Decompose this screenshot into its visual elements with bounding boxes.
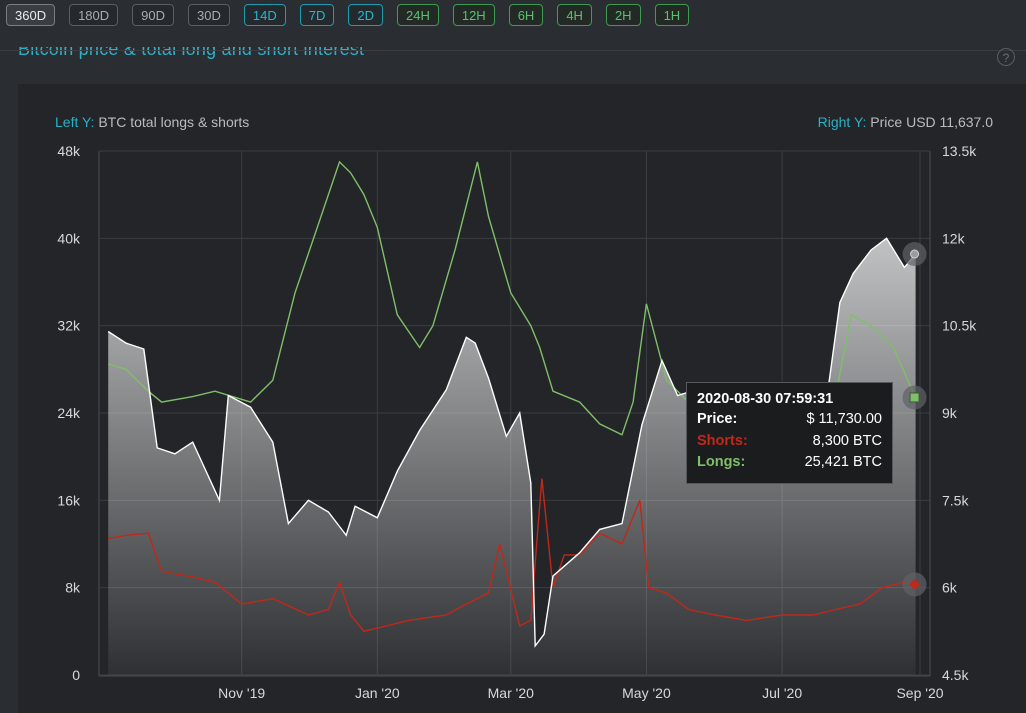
chart-tooltip: 2020-08-30 07:59:31 Price: $ 11,730.00 S… (686, 382, 893, 484)
right-tick-label: 10.5k (942, 318, 977, 334)
chart-svg: 0 8k 16k 24k 32k 40k 48k 4.5k 6k 7.5k 9k 10.5k 12k 13… (57, 143, 977, 701)
tooltip-date: 2020-08-30 07:59:31 (697, 391, 834, 407)
tooltip-longs-value: 25,421 BTC (804, 454, 882, 470)
tooltip-longs-label: Longs: (697, 454, 746, 470)
tooltip-shorts-label: Shorts: (697, 432, 748, 449)
right-tick-label: 7.5k (942, 492, 969, 508)
x-tick-label: Jul '20 (762, 685, 802, 701)
left-tick-label: 16k (57, 492, 81, 508)
tooltip-longs-row: Longs: 25,421 BTC (697, 454, 882, 476)
x-tick-label: Sep '20 (896, 685, 943, 701)
left-tick-label: 48k (57, 143, 81, 159)
left-tick-label: 24k (57, 405, 81, 421)
price-marker (910, 249, 920, 259)
x-tick-label: Mar '20 (488, 685, 534, 701)
x-tick-label: Jan '20 (355, 685, 400, 701)
tooltip-price-label: Price: (697, 411, 738, 427)
right-tick-label: 9k (942, 405, 958, 421)
right-tick-label: 4.5k (942, 667, 969, 683)
tooltip-price-row: Price: $ 11,730.00 (697, 411, 882, 433)
tooltip-shorts-row: Shorts: 8,300 BTC (697, 433, 882, 455)
left-tick-label: 32k (57, 318, 81, 334)
tooltip-price-value: $ 11,730.00 (806, 411, 882, 427)
longs-marker (909, 392, 920, 403)
left-tick-label: 40k (57, 230, 81, 246)
x-tick-label: May '20 (622, 685, 671, 701)
tooltip-shorts-value: 8,300 BTC (812, 432, 882, 449)
left-tick-label: 0 (72, 667, 80, 683)
right-tick-label: 12k (942, 230, 966, 246)
left-tick-label: 8k (65, 580, 81, 596)
x-tick-label: Nov '19 (218, 685, 265, 701)
right-tick-label: 6k (942, 580, 958, 596)
right-tick-label: 13.5k (942, 143, 977, 159)
